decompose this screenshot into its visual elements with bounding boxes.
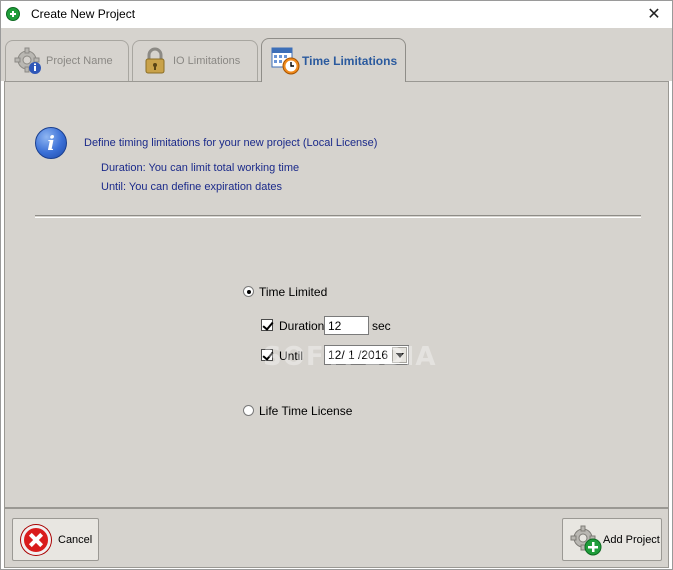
close-icon[interactable]: ✕ [644, 4, 664, 24]
cancel-icon [21, 525, 51, 555]
gear-info-icon [14, 47, 42, 75]
time-limited-radio[interactable] [243, 286, 254, 297]
padlock-icon [141, 47, 169, 75]
duration-checkbox[interactable] [261, 319, 273, 331]
cancel-button[interactable]: Cancel [12, 518, 99, 561]
info-icon: i [35, 127, 67, 159]
gear-add-icon [569, 525, 603, 557]
app-add-icon [6, 7, 20, 21]
tab-label: Time Limitations [302, 54, 398, 68]
tab-project-name[interactable]: Project Name [5, 40, 129, 81]
info-until-text: Until: You can define expiration dates [101, 181, 283, 193]
info-duration-text: Duration: You can limit total working ti… [101, 162, 300, 174]
tab-label: Project Name [46, 55, 113, 67]
calendar-clock-icon [270, 45, 300, 75]
duration-unit: sec [372, 319, 391, 333]
tab-strip: Project Name IO Limitations Time Limitat… [1, 28, 672, 82]
add-project-label: Add Project [603, 534, 660, 546]
separator [35, 215, 641, 218]
duration-input[interactable] [324, 316, 369, 335]
duration-label[interactable]: Duration [279, 319, 324, 333]
footer-bar: Cancel Add Project [4, 508, 669, 568]
add-project-button[interactable]: Add Project [562, 518, 662, 561]
info-heading: Define timing limitations for your new p… [84, 137, 378, 149]
tab-io-limitations[interactable]: IO Limitations [132, 40, 258, 81]
tab-label: IO Limitations [173, 55, 241, 67]
title-bar: Create New Project ✕ [1, 1, 672, 28]
cancel-label: Cancel [58, 534, 93, 546]
life-time-radio[interactable] [243, 405, 254, 416]
content-panel: i Define timing limitations for your new… [4, 81, 669, 508]
time-limited-label[interactable]: Time Limited [259, 285, 327, 299]
life-time-label[interactable]: Life Time License [259, 404, 352, 418]
tab-time-limitations[interactable]: Time Limitations [261, 38, 406, 82]
window-title: Create New Project [31, 7, 136, 21]
create-project-window: Create New Project ✕ Project Name IO Lim… [0, 0, 673, 570]
watermark: SOFTPEDIA [263, 342, 437, 372]
